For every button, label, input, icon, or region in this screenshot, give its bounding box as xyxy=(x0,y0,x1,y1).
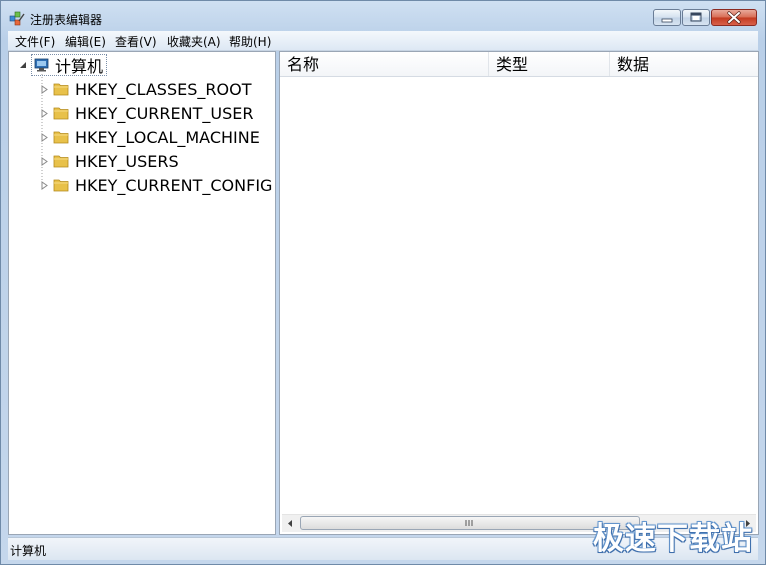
close-icon xyxy=(727,11,741,24)
folder-icon xyxy=(53,179,69,192)
maximize-icon xyxy=(690,12,702,22)
folder-icon xyxy=(53,131,69,144)
menu-help[interactable]: 帮助(H) xyxy=(229,33,271,50)
scrollbar-thumb[interactable] xyxy=(300,516,640,530)
values-list[interactable]: 名称 类型 数据 xyxy=(279,51,759,535)
column-header-row: 名称 类型 数据 xyxy=(280,52,758,77)
menu-bar: 文件(F) 编辑(E) 查看(V) 收藏夹(A) 帮助(H) xyxy=(8,31,758,51)
regedit-window: 注册表编辑器 文件(F) 编辑(E) 查看(V) 收藏夹(A) 帮助(H) 计算… xyxy=(0,0,766,565)
tree-label: HKEY_CURRENT_USER xyxy=(75,103,254,123)
scroll-left-icon[interactable] xyxy=(285,518,296,529)
column-header-name[interactable]: 名称 xyxy=(280,52,489,76)
window-controls xyxy=(652,9,757,28)
folder-icon xyxy=(53,155,69,168)
tree-label: 计算机 xyxy=(55,57,104,76)
expand-arrow-icon[interactable] xyxy=(40,133,49,142)
watermark-logo: 极速下载站 xyxy=(593,521,753,557)
menu-edit[interactable]: 编辑(E) xyxy=(65,33,106,50)
tree-label: HKEY_LOCAL_MACHINE xyxy=(75,127,260,147)
tree-label: HKEY_CURRENT_CONFIG xyxy=(75,175,273,195)
regedit-icon xyxy=(9,11,25,26)
tree-item-computer[interactable]: 计算机 xyxy=(31,54,108,76)
computer-icon xyxy=(34,58,49,72)
collapse-arrow-icon[interactable] xyxy=(19,61,28,70)
window-title: 注册表编辑器 xyxy=(30,13,103,27)
registry-tree[interactable]: 计算机 HKEY_CLASSES_ROOT HKEY_CURRENT_USER … xyxy=(8,51,276,535)
tree-item-hkey-current-user[interactable]: HKEY_CURRENT_USER xyxy=(53,102,253,124)
expand-arrow-icon[interactable] xyxy=(40,85,49,94)
tree-label: HKEY_CLASSES_ROOT xyxy=(75,79,252,99)
menu-file[interactable]: 文件(F) xyxy=(15,33,55,50)
expand-arrow-icon[interactable] xyxy=(40,181,49,190)
close-button[interactable] xyxy=(711,9,757,26)
grip-icon xyxy=(465,520,473,526)
expand-arrow-icon[interactable] xyxy=(40,109,49,118)
column-header-data[interactable]: 数据 xyxy=(610,52,758,76)
tree-item-hkey-classes-root[interactable]: HKEY_CLASSES_ROOT xyxy=(53,78,251,100)
minimize-icon xyxy=(661,18,673,23)
tree-item-hkey-local-machine[interactable]: HKEY_LOCAL_MACHINE xyxy=(53,126,260,148)
folder-icon xyxy=(53,107,69,120)
expand-arrow-icon[interactable] xyxy=(40,157,49,166)
column-header-type[interactable]: 类型 xyxy=(489,52,610,76)
menu-view[interactable]: 查看(V) xyxy=(115,33,157,50)
title-bar[interactable]: 注册表编辑器 xyxy=(1,1,765,31)
tree-item-hkey-users[interactable]: HKEY_USERS xyxy=(53,150,179,172)
tree-label: HKEY_USERS xyxy=(75,151,179,171)
folder-icon xyxy=(53,83,69,96)
status-path: 计算机 xyxy=(10,544,47,558)
tree-item-hkey-current-config[interactable]: HKEY_CURRENT_CONFIG xyxy=(53,174,272,196)
maximize-button[interactable] xyxy=(682,9,710,26)
minimize-button[interactable] xyxy=(653,9,681,26)
menu-favorites[interactable]: 收藏夹(A) xyxy=(167,33,221,50)
